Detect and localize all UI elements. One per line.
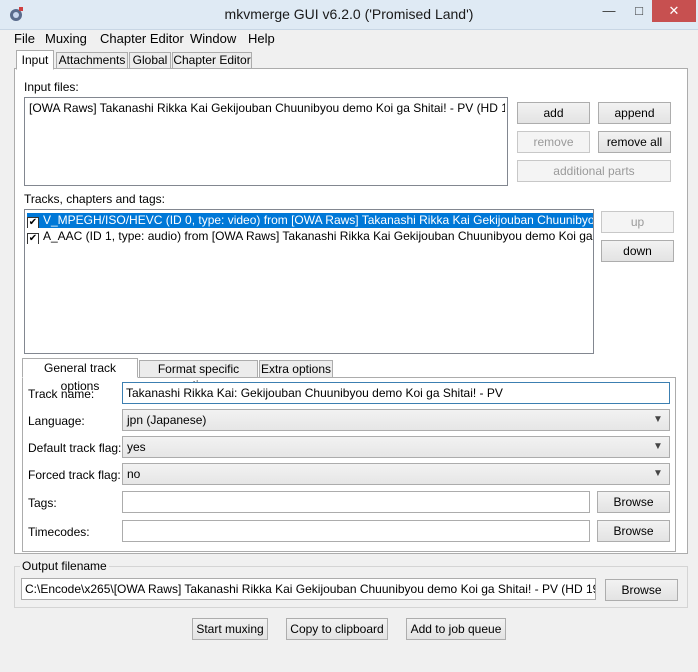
- track-row-audio[interactable]: ✔ A_AAC (ID 1, type: audio) from [OWA Raw…: [27, 229, 593, 244]
- output-browse-button[interactable]: Browse: [605, 579, 678, 601]
- track-name-input[interactable]: Takanashi Rikka Kai: Gekijouban Chuuniby…: [122, 382, 670, 404]
- menu-file[interactable]: File: [14, 31, 35, 47]
- tab-input[interactable]: Input: [16, 50, 54, 70]
- default-track-flag-label: Default track flag:: [28, 441, 122, 455]
- forced-track-flag-value: no: [127, 467, 141, 481]
- track-row-label: A_AAC (ID 1, type: audio) from [OWA Raws…: [43, 229, 593, 243]
- track-checkbox-audio[interactable]: ✔: [27, 233, 39, 244]
- input-files-label: Input files:: [24, 80, 79, 94]
- language-select-value: jpn (Japanese): [127, 413, 207, 427]
- default-track-flag-value: yes: [127, 440, 146, 454]
- copy-to-clipboard-button[interactable]: Copy to clipboard: [286, 618, 388, 640]
- down-button[interactable]: down: [601, 240, 674, 262]
- language-label: Language:: [28, 414, 85, 428]
- chevron-down-icon: ▼: [653, 441, 663, 452]
- remove-button[interactable]: remove: [517, 131, 590, 153]
- output-filename-label: Output filename: [20, 559, 109, 573]
- default-track-flag-select[interactable]: yes ▼: [122, 436, 670, 458]
- tab-format-specific-options[interactable]: Format specific options: [139, 360, 258, 392]
- track-name-label: Track name:: [28, 387, 95, 401]
- remove-all-button[interactable]: remove all: [598, 131, 671, 153]
- tab-attachments[interactable]: Attachments: [56, 52, 128, 69]
- language-select[interactable]: jpn (Japanese) ▼: [122, 409, 670, 431]
- add-to-job-queue-button[interactable]: Add to job queue: [406, 618, 506, 640]
- add-button[interactable]: add: [517, 102, 590, 124]
- tab-chapter-editor[interactable]: Chapter Editor: [172, 52, 252, 69]
- track-row-video[interactable]: ✔ V_MPEGH/ISO/HEVC (ID 0, type: video) fr…: [27, 213, 593, 228]
- menu-bar: File Muxing Chapter Editor Window Help: [0, 30, 698, 48]
- timecodes-label: Timecodes:: [28, 525, 90, 539]
- chevron-down-icon: ▼: [653, 468, 663, 479]
- minimize-button[interactable]: —: [592, 0, 626, 22]
- timecodes-browse-button[interactable]: Browse: [597, 520, 670, 542]
- tags-browse-button[interactable]: Browse: [597, 491, 670, 513]
- append-button[interactable]: append: [598, 102, 671, 124]
- tab-general-track-options[interactable]: General track options: [22, 358, 138, 393]
- up-button[interactable]: up: [601, 211, 674, 233]
- timecodes-input[interactable]: [122, 520, 590, 542]
- forced-track-flag-select[interactable]: no ▼: [122, 463, 670, 485]
- tags-input[interactable]: [122, 491, 590, 513]
- menu-help[interactable]: Help: [248, 31, 275, 47]
- tags-label: Tags:: [28, 496, 57, 510]
- maximize-button[interactable]: □: [626, 0, 652, 22]
- track-row-label: V_MPEGH/ISO/HEVC (ID 0, type: video) fro…: [43, 213, 593, 227]
- menu-window[interactable]: Window: [190, 31, 236, 47]
- input-file-item[interactable]: [OWA Raws] Takanashi Rikka Kai Gekijouba…: [29, 101, 505, 115]
- close-button[interactable]: ✕: [652, 0, 696, 22]
- chevron-down-icon: ▼: [653, 414, 663, 425]
- menu-muxing[interactable]: Muxing: [45, 31, 87, 47]
- menu-chapter-editor[interactable]: Chapter Editor: [100, 31, 184, 47]
- start-muxing-button[interactable]: Start muxing: [192, 618, 268, 640]
- forced-track-flag-label: Forced track flag:: [28, 468, 121, 482]
- additional-parts-button[interactable]: additional parts: [517, 160, 671, 182]
- track-checkbox-video[interactable]: ✔: [27, 217, 39, 228]
- app-icon: [10, 7, 23, 21]
- tab-global[interactable]: Global: [129, 52, 171, 69]
- output-filename-input[interactable]: C:\Encode\x265\[OWA Raws] Takanashi Rikk…: [21, 578, 596, 600]
- input-files-list[interactable]: [OWA Raws] Takanashi Rikka Kai Gekijouba…: [24, 97, 508, 186]
- tab-extra-options[interactable]: Extra options: [259, 360, 333, 378]
- tracks-list[interactable]: ✔ V_MPEGH/ISO/HEVC (ID 0, type: video) fr…: [24, 209, 594, 354]
- tracks-label: Tracks, chapters and tags:: [24, 192, 165, 206]
